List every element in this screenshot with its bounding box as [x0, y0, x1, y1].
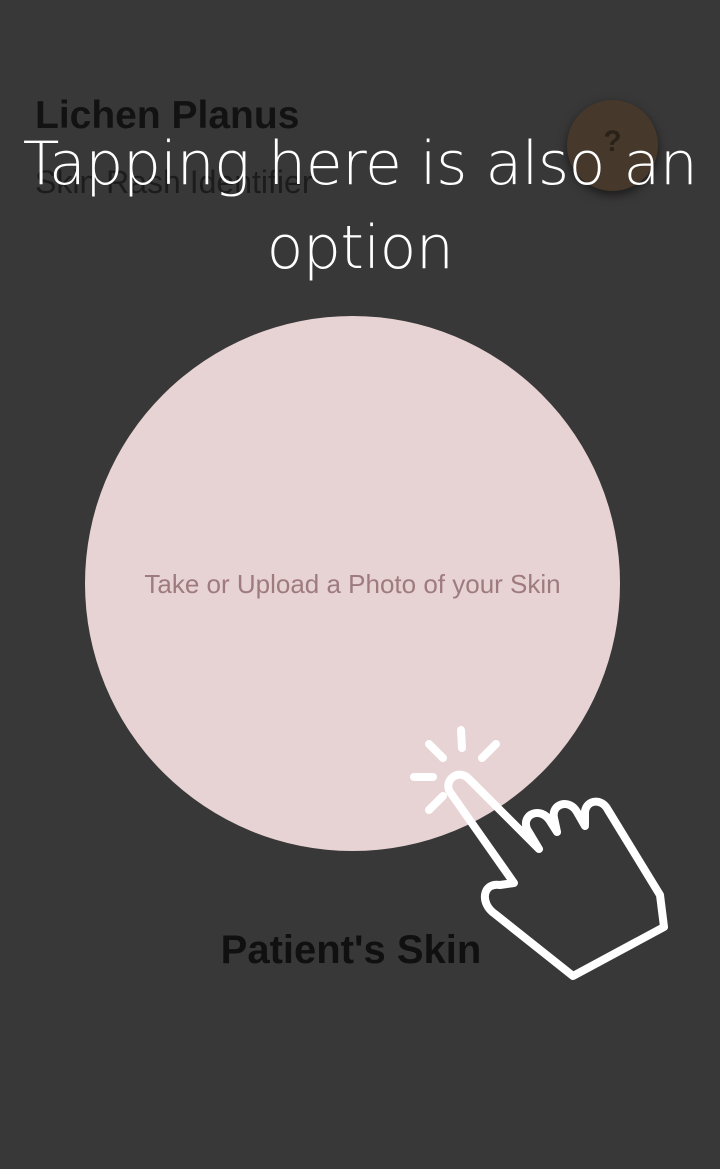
tap-ray [425, 740, 447, 762]
tap-ray [478, 740, 500, 762]
tap-ray [457, 726, 466, 752]
upload-label: Take or Upload a Photo of your Skin [144, 569, 561, 599]
tutorial-hint: Tapping here is also an option [22, 129, 698, 283]
tap-ray [425, 792, 447, 814]
tap-hand-icon [410, 726, 668, 980]
hand-outline [444, 770, 668, 980]
